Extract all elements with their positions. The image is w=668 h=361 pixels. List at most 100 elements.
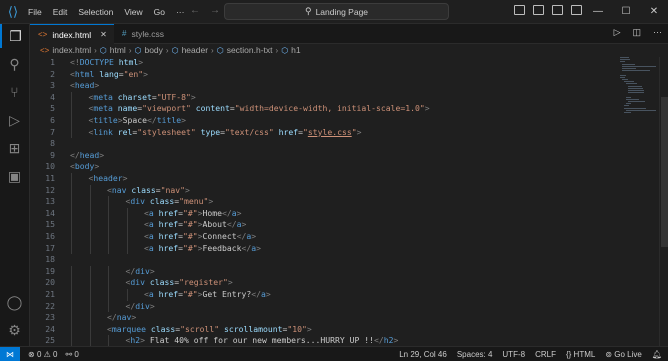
breadcrumb-item[interactable]: index.html: [52, 45, 91, 55]
code-text: <a href="#">Feedback</a>: [144, 242, 261, 253]
breadcrumb-item[interactable]: h1: [291, 45, 300, 55]
back-arrow-icon[interactable]: ←: [190, 5, 200, 16]
code-line[interactable]: 15 <a href="#">About</a>: [30, 219, 620, 231]
forward-arrow-icon[interactable]: →: [210, 5, 220, 16]
code-line[interactable]: 9 </head>: [30, 150, 620, 162]
more-menu-icon[interactable]: ···: [176, 7, 185, 17]
code-line[interactable]: 5 <meta name="viewport" content="width=de…: [30, 103, 620, 115]
indent-guide: [71, 126, 72, 139]
customize-layout-icon[interactable]: [571, 5, 582, 15]
minimap-line: [624, 112, 632, 113]
menu-item-go[interactable]: Go: [154, 7, 165, 17]
split-editor-icon[interactable]: ◫: [632, 27, 641, 38]
code-line[interactable]: 7 <link rel="stylesheet" type="text/css" …: [30, 127, 620, 139]
cursor-position[interactable]: Ln 29, Col 46: [399, 350, 447, 359]
minimap-line: [620, 76, 626, 78]
line-number: 22: [45, 300, 55, 311]
element-icon: ⬡: [171, 45, 179, 55]
breadcrumb-item[interactable]: section.h-txt: [227, 45, 273, 55]
scrollbar-thumb[interactable]: [661, 97, 668, 247]
minimap-line: [622, 63, 635, 65]
extensions-icon[interactable]: ⊞: [0, 136, 29, 160]
code-line[interactable]: 6 <title>Space</title>: [30, 115, 620, 127]
toggle-secondary-sidebar-icon[interactable]: [552, 5, 563, 15]
code-line[interactable]: 23 </nav>: [30, 312, 620, 324]
breadcrumb-item[interactable]: header: [182, 45, 208, 55]
go-live-button[interactable]: ⊚ Go Live: [605, 350, 642, 359]
code-line[interactable]: 10 <body>: [30, 161, 620, 173]
menu-item-file[interactable]: File: [28, 7, 42, 17]
code-line[interactable]: 22 </div>: [30, 301, 620, 313]
breadcrumb: <> index.html › ⬡ html › ⬡ body › ⬡ head…: [30, 43, 668, 57]
language-mode[interactable]: {} HTML: [566, 350, 595, 359]
ports-icon: ⚯: [65, 349, 73, 359]
code-line[interactable]: 1 <!DOCTYPE html>: [30, 57, 620, 69]
maximize-button[interactable]: ☐: [612, 0, 640, 23]
tab-index-html[interactable]: <> index.html ✕: [30, 24, 114, 44]
code-line[interactable]: 24 <marquee class="scroll" scrollamount="…: [30, 324, 620, 336]
code-editor[interactable]: 1 <!DOCTYPE html> 2 <html lang="en"> 3 <head>…: [30, 57, 620, 346]
notifications-icon[interactable]: 🔔︎: [652, 350, 662, 359]
css-file-icon: #: [122, 29, 127, 38]
code-line[interactable]: 20 <div class="register">: [30, 277, 620, 289]
line-ending[interactable]: CRLF: [535, 350, 556, 359]
code-line[interactable]: 13 <div class="menu">: [30, 196, 620, 208]
minimap-line: [620, 59, 630, 61]
menu-item-view[interactable]: View: [124, 7, 142, 17]
editor-scrollbar[interactable]: [659, 57, 668, 346]
toggle-panel-icon[interactable]: [533, 5, 544, 15]
ports-status[interactable]: ⚯ 0: [65, 350, 78, 359]
code-line[interactable]: 18: [30, 254, 620, 266]
breadcrumb-item[interactable]: body: [144, 45, 162, 55]
command-center[interactable]: ⚲ Landing Page: [224, 3, 449, 20]
code-line[interactable]: 16 <a href="#">Connect</a>: [30, 231, 620, 243]
explorer-icon[interactable]: ❐: [0, 24, 29, 48]
code-line[interactable]: 21 <a href="#">Get Entry?</a>: [30, 289, 620, 301]
more-actions-icon[interactable]: ···: [653, 27, 662, 38]
code-line[interactable]: 11 <header>: [30, 173, 620, 185]
line-number: 11: [45, 173, 55, 183]
minimize-button[interactable]: —: [584, 0, 612, 23]
close-button[interactable]: ✕: [640, 0, 668, 23]
indent-guide: [71, 312, 72, 324]
code-line[interactable]: 8: [30, 138, 620, 150]
toggle-primary-sidebar-icon[interactable]: [514, 5, 525, 15]
manage-gear-icon[interactable]: ⚙: [0, 318, 29, 342]
run-debug-icon[interactable]: ▷: [0, 108, 29, 132]
code-line[interactable]: 14 <a href="#">Home</a>: [30, 208, 620, 220]
vscode-logo-icon: ⟨⟩: [7, 3, 19, 19]
code-line[interactable]: 17 <a href="#">Feedback</a>: [30, 243, 620, 255]
menu-item-edit[interactable]: Edit: [53, 7, 68, 17]
encoding[interactable]: UTF-8: [502, 350, 525, 359]
tab-style-css[interactable]: # style.css: [114, 24, 172, 43]
minimap-line: [628, 90, 644, 91]
remote-explorer-icon[interactable]: ▣: [0, 164, 29, 188]
code-line[interactable]: 3 <head>: [30, 80, 620, 92]
code-text: <link rel="stylesheet" type="text/css" h…: [88, 126, 362, 137]
problems-status[interactable]: ⊗ 0 ⚠ 0: [28, 350, 57, 359]
minimap-line: [622, 65, 656, 67]
code-text: <header>: [88, 173, 128, 183]
indent-guide: [89, 265, 91, 278]
close-tab-icon[interactable]: ✕: [100, 30, 107, 39]
code-text: <a href="#">Get Entry?</a>: [144, 289, 271, 299]
indent-guide: [126, 207, 128, 220]
code-line[interactable]: 4 <meta charset="UTF-8">: [30, 92, 620, 104]
breadcrumb-item[interactable]: html: [110, 45, 126, 55]
chevron-right-icon: ›: [211, 45, 214, 55]
remote-indicator-icon[interactable]: ⋈: [0, 347, 20, 361]
source-control-icon[interactable]: ⑂: [0, 80, 29, 104]
code-line[interactable]: 19 </div>: [30, 266, 620, 278]
code-text: </nav>: [107, 312, 137, 323]
run-icon[interactable]: ▷: [614, 27, 621, 38]
code-text: <div class="register">: [125, 277, 233, 288]
accounts-icon[interactable]: ◯: [0, 290, 29, 314]
search-view-icon[interactable]: ⚲: [0, 52, 29, 76]
indentation[interactable]: Spaces: 4: [457, 350, 493, 359]
code-line[interactable]: 2 <html lang="en">: [30, 69, 620, 81]
minimap[interactable]: [620, 57, 658, 177]
line-number: 2: [50, 68, 55, 79]
code-line[interactable]: 12 <nav class="nav">: [30, 185, 620, 197]
code-line[interactable]: 25 <h2> Flat 40% off for our new members.…: [30, 335, 620, 346]
menu-item-selection[interactable]: Selection: [78, 7, 113, 17]
